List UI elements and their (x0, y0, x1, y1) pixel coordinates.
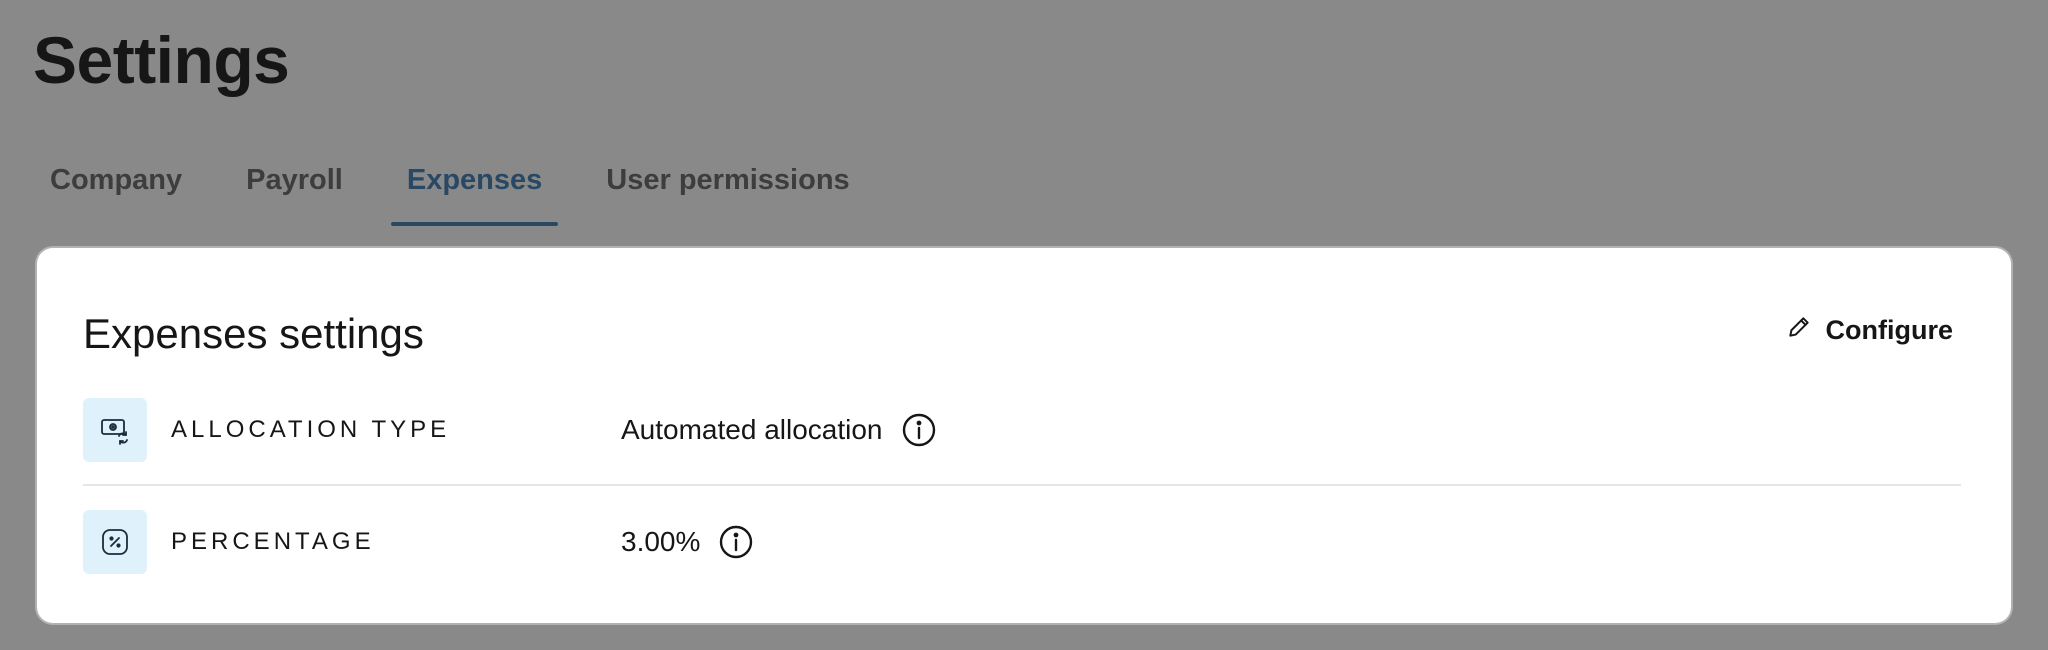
percentage-text: 3.00% (621, 526, 701, 557)
settings-tabs: Company Payroll Expenses User permission… (34, 152, 898, 226)
tab-company[interactable]: Company (34, 152, 198, 224)
info-icon[interactable] (901, 412, 937, 448)
allocation-type-row: ALLOCATION TYPE Automated allocation (83, 398, 1961, 462)
percentage-row: PERCENTAGE 3.00% (83, 510, 1961, 574)
card-title: Expenses settings (83, 310, 424, 357)
allocation-type-label: ALLOCATION TYPE (171, 416, 451, 443)
tab-user-permissions[interactable]: User permissions (590, 152, 865, 224)
percent-icon (83, 510, 147, 574)
configure-label: Configure (1825, 315, 1954, 345)
allocation-type-text: Automated allocation (621, 414, 883, 445)
configure-button[interactable]: Configure (1786, 314, 1954, 347)
row-divider (83, 484, 1961, 486)
tab-payroll[interactable]: Payroll (230, 152, 359, 224)
money-swap-icon (83, 398, 147, 462)
pencil-icon (1786, 314, 1812, 347)
tab-expenses[interactable]: Expenses (390, 152, 559, 226)
percentage-value: 3.00% (621, 524, 754, 560)
settings-page: Settings Company Payroll Expenses User p… (0, 0, 2048, 650)
page-title: Settings (33, 23, 290, 97)
allocation-type-value: Automated allocation (621, 412, 937, 448)
info-icon[interactable] (718, 524, 754, 560)
percentage-label: PERCENTAGE (171, 528, 375, 555)
expenses-settings-card: Expenses settings Configure ALLOCATION T… (37, 248, 2011, 623)
